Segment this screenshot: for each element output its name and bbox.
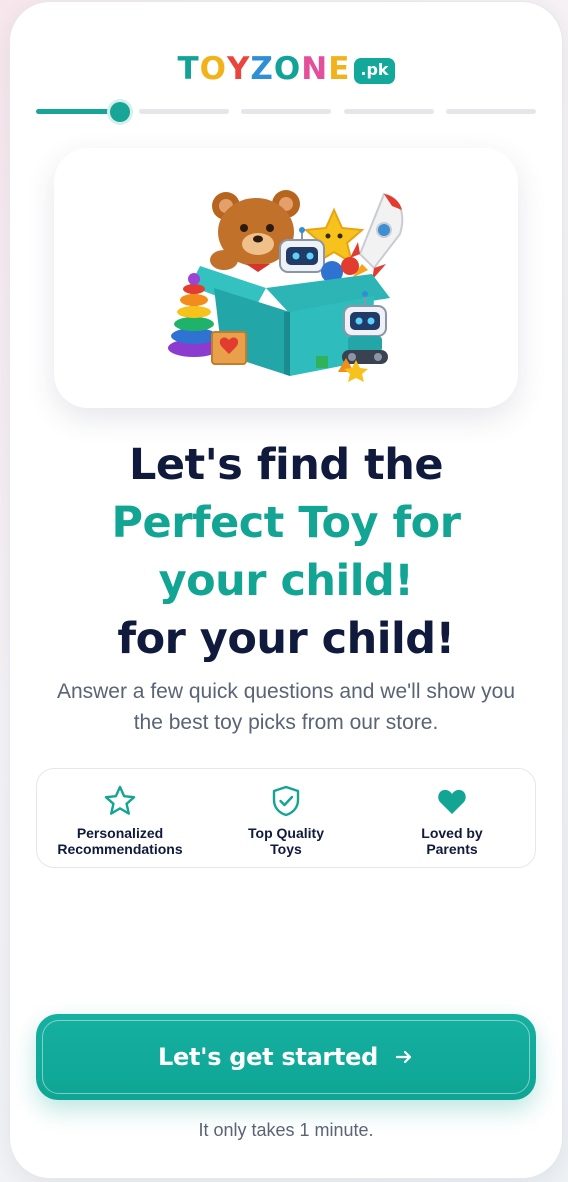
- brand-letter: O: [273, 51, 302, 87]
- page-subtitle: Answer a few quick questions and we'll s…: [56, 680, 516, 734]
- feature-label: Loved by Parents: [421, 825, 483, 857]
- brand-letter: Y: [226, 51, 251, 87]
- brand-letter: T: [177, 51, 200, 87]
- feature-label: Top Quality Toys: [248, 825, 324, 857]
- hero-image-card: [54, 148, 518, 408]
- shield-check-icon: [272, 785, 300, 817]
- brand-wordmark: T O Y Z O N E: [177, 52, 350, 86]
- heart-icon: [438, 789, 466, 814]
- headline-line-4: for your child!: [117, 614, 455, 664]
- arrow-right-icon: [395, 1050, 412, 1064]
- progress-knob: [110, 102, 130, 122]
- toy-box-illustration: [168, 190, 404, 382]
- headline-line-1: Let's find the: [129, 440, 444, 490]
- step-progress-bar: [36, 102, 536, 122]
- star-icon: [104, 785, 136, 815]
- progress-segment-2: [139, 109, 229, 114]
- time-estimate-note: It only takes 1 minute.: [198, 1120, 374, 1140]
- progress-segment-3: [241, 109, 331, 114]
- brand-logo: T O Y Z O N E .pk: [10, 46, 562, 86]
- feature-highlights: Personalized Recommendations Top Quality…: [36, 768, 536, 868]
- feature-quality: Top Quality Toys: [203, 769, 369, 867]
- brand-tld-badge: .pk: [354, 58, 395, 84]
- headline-line-3: your child!: [158, 556, 414, 606]
- headline-line-2: Perfect Toy for: [111, 498, 461, 548]
- brand-letter: Z: [250, 51, 274, 87]
- get-started-button[interactable]: Let's get started: [36, 1014, 536, 1100]
- brand-letter: N: [301, 51, 329, 87]
- brand-letter: O: [199, 51, 227, 87]
- progress-segment-5: [446, 109, 536, 114]
- onboarding-card: T O Y Z O N E .pk Let's find the Perfect…: [10, 2, 562, 1178]
- feature-loved: Loved by Parents: [369, 769, 535, 867]
- progress-segment-4: [344, 109, 434, 114]
- feature-personalized: Personalized Recommendations: [37, 769, 203, 867]
- page-title: Let's find the Perfect Toy for your chil…: [10, 436, 562, 668]
- brand-letter: E: [328, 51, 351, 87]
- wooden-block-icon: [211, 331, 247, 365]
- get-started-label: Let's get started: [158, 1043, 378, 1071]
- feature-label: Personalized Recommendations: [57, 825, 183, 857]
